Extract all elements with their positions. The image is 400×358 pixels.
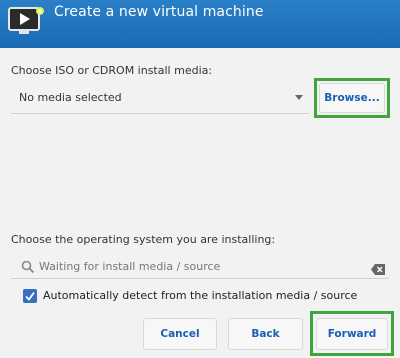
clear-icon[interactable] (371, 260, 385, 275)
browse-highlight: Browse... (314, 78, 390, 118)
auto-detect-checkbox[interactable] (23, 289, 37, 303)
dialog-title: Create a new virtual machine (54, 4, 264, 20)
install-media-value: No media selected (19, 91, 122, 104)
os-search-field[interactable] (11, 253, 389, 279)
cancel-button[interactable]: Cancel (143, 318, 217, 350)
dialog-header: Create a new virtual machine (0, 0, 400, 48)
new-vm-dialog: Create a new virtual machine Choose ISO … (0, 0, 400, 358)
os-label: Choose the operating system you are inst… (11, 233, 276, 246)
media-label: Choose ISO or CDROM install media: (11, 64, 213, 77)
install-media-dropdown[interactable]: No media selected (11, 82, 309, 114)
search-icon (21, 259, 35, 274)
os-search-input[interactable] (39, 256, 359, 276)
forward-button[interactable]: Forward (316, 318, 388, 350)
chevron-down-icon (295, 95, 303, 100)
browse-button[interactable]: Browse... (319, 83, 385, 113)
forward-highlight: Forward (310, 311, 394, 356)
vm-monitor-icon (8, 6, 46, 36)
auto-detect-label: Automatically detect from the installati… (43, 289, 358, 302)
checkmark-icon (25, 291, 35, 301)
back-button[interactable]: Back (228, 318, 303, 350)
